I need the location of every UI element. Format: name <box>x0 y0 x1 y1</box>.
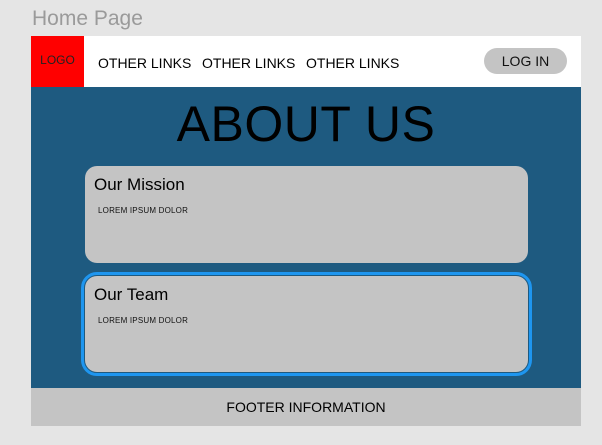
nav-link-1[interactable]: OTHER LINKS <box>98 55 191 71</box>
about-section: ABOUT US Our Mission LOREM IPSUM DOLOR O… <box>31 87 581 388</box>
page-title: ABOUT US <box>176 96 436 152</box>
nav-link-2[interactable]: OTHER LINKS <box>202 55 295 71</box>
header-bar: LOGO OTHER LINKS OTHER LINKS OTHER LINKS… <box>31 36 581 87</box>
mission-card[interactable]: Our Mission LOREM IPSUM DOLOR <box>85 166 528 263</box>
footer: FOOTER INFORMATION <box>31 388 581 426</box>
nav-link-3[interactable]: OTHER LINKS <box>306 55 399 71</box>
team-card-body: LOREM IPSUM DOLOR <box>98 316 189 325</box>
logo[interactable]: LOGO <box>31 36 84 87</box>
team-card-title: Our Team <box>94 285 169 304</box>
login-button[interactable]: LOG IN <box>484 48 567 74</box>
team-card[interactable]: Our Team LOREM IPSUM DOLOR <box>81 272 532 376</box>
mission-card-title: Our Mission <box>94 175 185 194</box>
home-page-frame: LOGO OTHER LINKS OTHER LINKS OTHER LINKS… <box>31 36 581 426</box>
canvas-frame-title[interactable]: Home Page <box>32 7 143 31</box>
footer-text: FOOTER INFORMATION <box>226 399 386 415</box>
mission-card-body: LOREM IPSUM DOLOR <box>98 206 189 215</box>
